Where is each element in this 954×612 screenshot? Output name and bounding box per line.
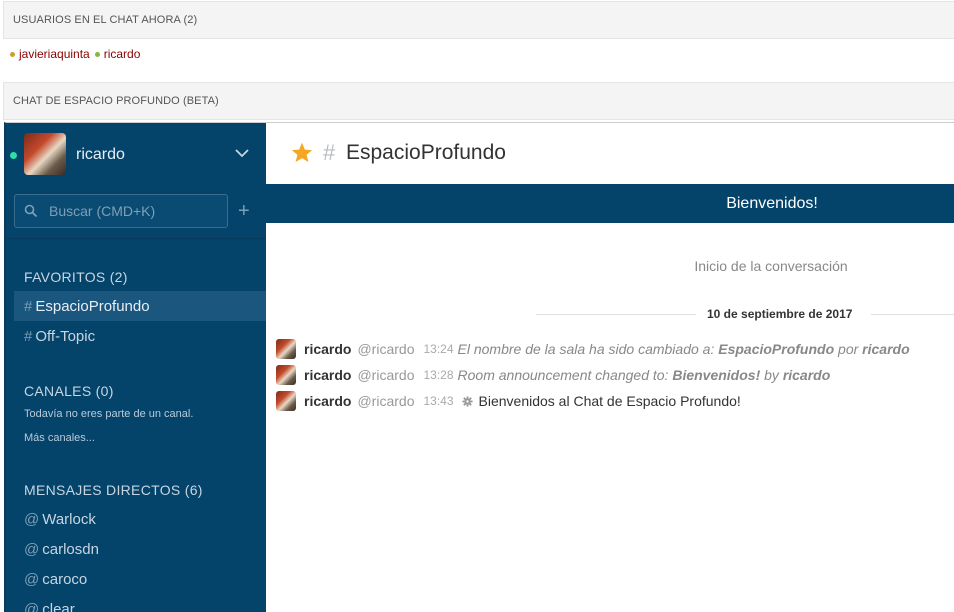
room-header: # EspacioProfundo — [266, 123, 954, 184]
avatar[interactable] — [24, 133, 66, 175]
online-users-heading: USUARIOS EN EL CHAT AHORA (2) — [3, 1, 954, 39]
channels-empty-text: Todavía no eres parte de un canal. — [24, 408, 194, 420]
message-username[interactable]: ricardo — [304, 367, 351, 383]
favorites-title: FAVORITOS (2) — [24, 269, 128, 285]
sidebar-item-label: EspacioProfundo — [35, 297, 150, 315]
more-channels-link[interactable]: Más canales... — [24, 432, 95, 444]
message-handle: @ricardo — [357, 341, 415, 357]
sidebar-item-label: Warlock — [42, 510, 96, 528]
chat-panel-heading: CHAT DE ESPACIO PROFUNDO (BETA) — [3, 82, 954, 120]
sidebar-item-caroco[interactable]: @ caroco — [14, 564, 266, 594]
sidebar-item-label: carlosdn — [42, 540, 99, 558]
sidebar-item-off-topic[interactable]: # Off-Topic — [14, 321, 266, 351]
conversation-start-label: Inicio de la conversación — [694, 258, 848, 274]
direct-messages-title: MENSAJES DIRECTOS (6) — [24, 482, 203, 498]
message-time: 13:28 — [423, 368, 454, 382]
message-row: ricardo @ricardo 13:28 Room announcement… — [276, 365, 954, 385]
room-announcement[interactable]: Bienvenidos! — [266, 184, 954, 223]
room-title: EspacioProfundo — [346, 141, 506, 164]
sidebar-item-label: caroco — [42, 570, 88, 588]
sidebar: ricardo + FAVORITOS (2) # EspacioProfund… — [6, 123, 266, 612]
sidebar-item-carlosdn[interactable]: @ carlosdn — [14, 534, 266, 564]
message-handle: @ricardo — [357, 367, 415, 383]
chat-frame: ricardo + FAVORITOS (2) # EspacioProfund… — [4, 122, 954, 612]
search-icon — [24, 204, 38, 218]
online-users-list: javieriaquinta ricardo — [10, 47, 145, 61]
avatar[interactable] — [276, 391, 296, 411]
at-icon: @ — [24, 540, 40, 558]
sidebar-item-warlock[interactable]: @ Warlock — [14, 504, 266, 534]
chevron-down-icon[interactable] — [234, 145, 250, 161]
sidebar-item-label: Off-Topic — [35, 327, 96, 345]
search-box — [14, 194, 228, 228]
system-message: El nombre de la sala ha sido cambiado a:… — [457, 341, 910, 357]
search-input[interactable] — [49, 195, 225, 227]
current-username: ricardo — [76, 146, 125, 163]
date-separator: 10 de septiembre de 2017 — [266, 307, 954, 321]
channels-title: CANALES (0) — [24, 383, 114, 399]
message-row: ricardo @ricardo 13:43 Bienvenidos al Ch… — [276, 391, 954, 411]
message-time: 13:43 — [423, 394, 454, 408]
at-icon: @ — [24, 570, 40, 588]
main-chat-area: # EspacioProfundo Bienvenidos! Inicio de… — [266, 123, 954, 612]
avatar[interactable] — [276, 365, 296, 385]
message-time: 13:24 — [423, 342, 454, 356]
hash-icon: # — [323, 140, 336, 165]
date-label: 10 de septiembre de 2017 — [707, 307, 853, 321]
online-user[interactable]: ricardo — [104, 47, 141, 61]
gear-icon — [461, 395, 473, 407]
sidebar-item-espacioprofundo[interactable]: # EspacioProfundo — [14, 291, 266, 321]
separator-line — [536, 314, 696, 315]
online-user[interactable]: javieriaquinta — [19, 47, 90, 61]
system-message: Room announcement changed to: Bienvenido… — [457, 367, 831, 383]
sidebar-item-label: clear — [42, 600, 75, 612]
status-dot — [94, 51, 100, 57]
hash-icon: # — [24, 297, 33, 315]
at-icon: @ — [24, 600, 40, 612]
online-status-dot — [10, 152, 17, 159]
message-row: ricardo @ricardo 13:24 El nombre de la s… — [276, 339, 954, 359]
create-channel-button[interactable]: + — [238, 201, 250, 221]
sidebar-item-clear[interactable]: @ clear — [14, 594, 266, 612]
message-handle: @ricardo — [357, 393, 415, 409]
at-icon: @ — [24, 510, 40, 528]
separator-line — [871, 314, 954, 315]
current-user-header[interactable]: ricardo — [6, 123, 266, 183]
divider — [6, 238, 266, 239]
avatar[interactable] — [276, 339, 296, 359]
hash-icon: # — [24, 327, 33, 345]
message-username[interactable]: ricardo — [304, 393, 351, 409]
message-username[interactable]: ricardo — [304, 341, 351, 357]
star-icon[interactable] — [290, 141, 314, 165]
message-text: Bienvenidos al Chat de Espacio Profundo! — [478, 393, 741, 409]
status-dot — [10, 51, 15, 57]
